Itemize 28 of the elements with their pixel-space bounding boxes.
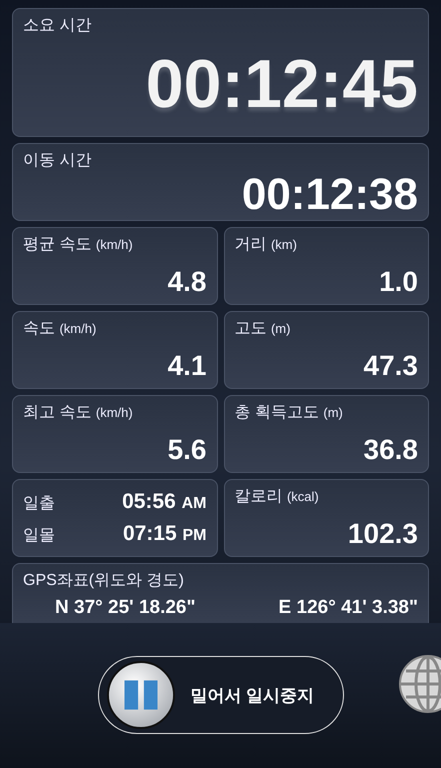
pause-knob[interactable] [106,661,174,729]
elapsed-time-value: 00:12:45 [146,50,418,118]
stat-label: 속도 (km/h) [23,319,98,339]
sun-time: 07:15 PM [122,522,206,546]
gps-label: GPS좌표(위도와 경도) [23,571,185,591]
sun-label: 일출 [23,494,55,514]
stat-label: 최고 속도 (km/h) [23,403,134,423]
stat-value: 1.0 [379,266,418,298]
stat-value: 4.1 [168,350,206,382]
stat-label: 고도 (m) [234,319,292,339]
stat-label: 총 획득고도 (m) [234,403,344,423]
stat-label: 평균 속도 (km/h) [23,235,134,255]
sun-label: 일몰 [23,526,55,546]
stat-label: 거리 (km) [234,235,298,255]
sun-time: 05:56 AM [122,490,206,514]
stat-value: 5.6 [168,434,206,466]
stat-value: 102.3 [348,518,418,550]
stat-value: 4.8 [168,266,206,298]
slide-to-pause-slider[interactable]: 밀어서 일시중지 [98,656,344,734]
latitude-value: N 37° 25' 18.26" [55,597,196,619]
stat-value: 36.8 [364,434,418,466]
longitude-value: E 126° 41' 3.38" [278,597,418,619]
elapsed-time-label: 소요 시간 [23,16,92,36]
moving-time-value: 00:12:38 [242,173,418,217]
globe-icon[interactable] [398,654,441,714]
stat-value: 47.3 [364,350,418,382]
moving-time-label: 이동 시간 [23,151,92,171]
stat-label: 칼로리 (kcal) [234,487,320,507]
